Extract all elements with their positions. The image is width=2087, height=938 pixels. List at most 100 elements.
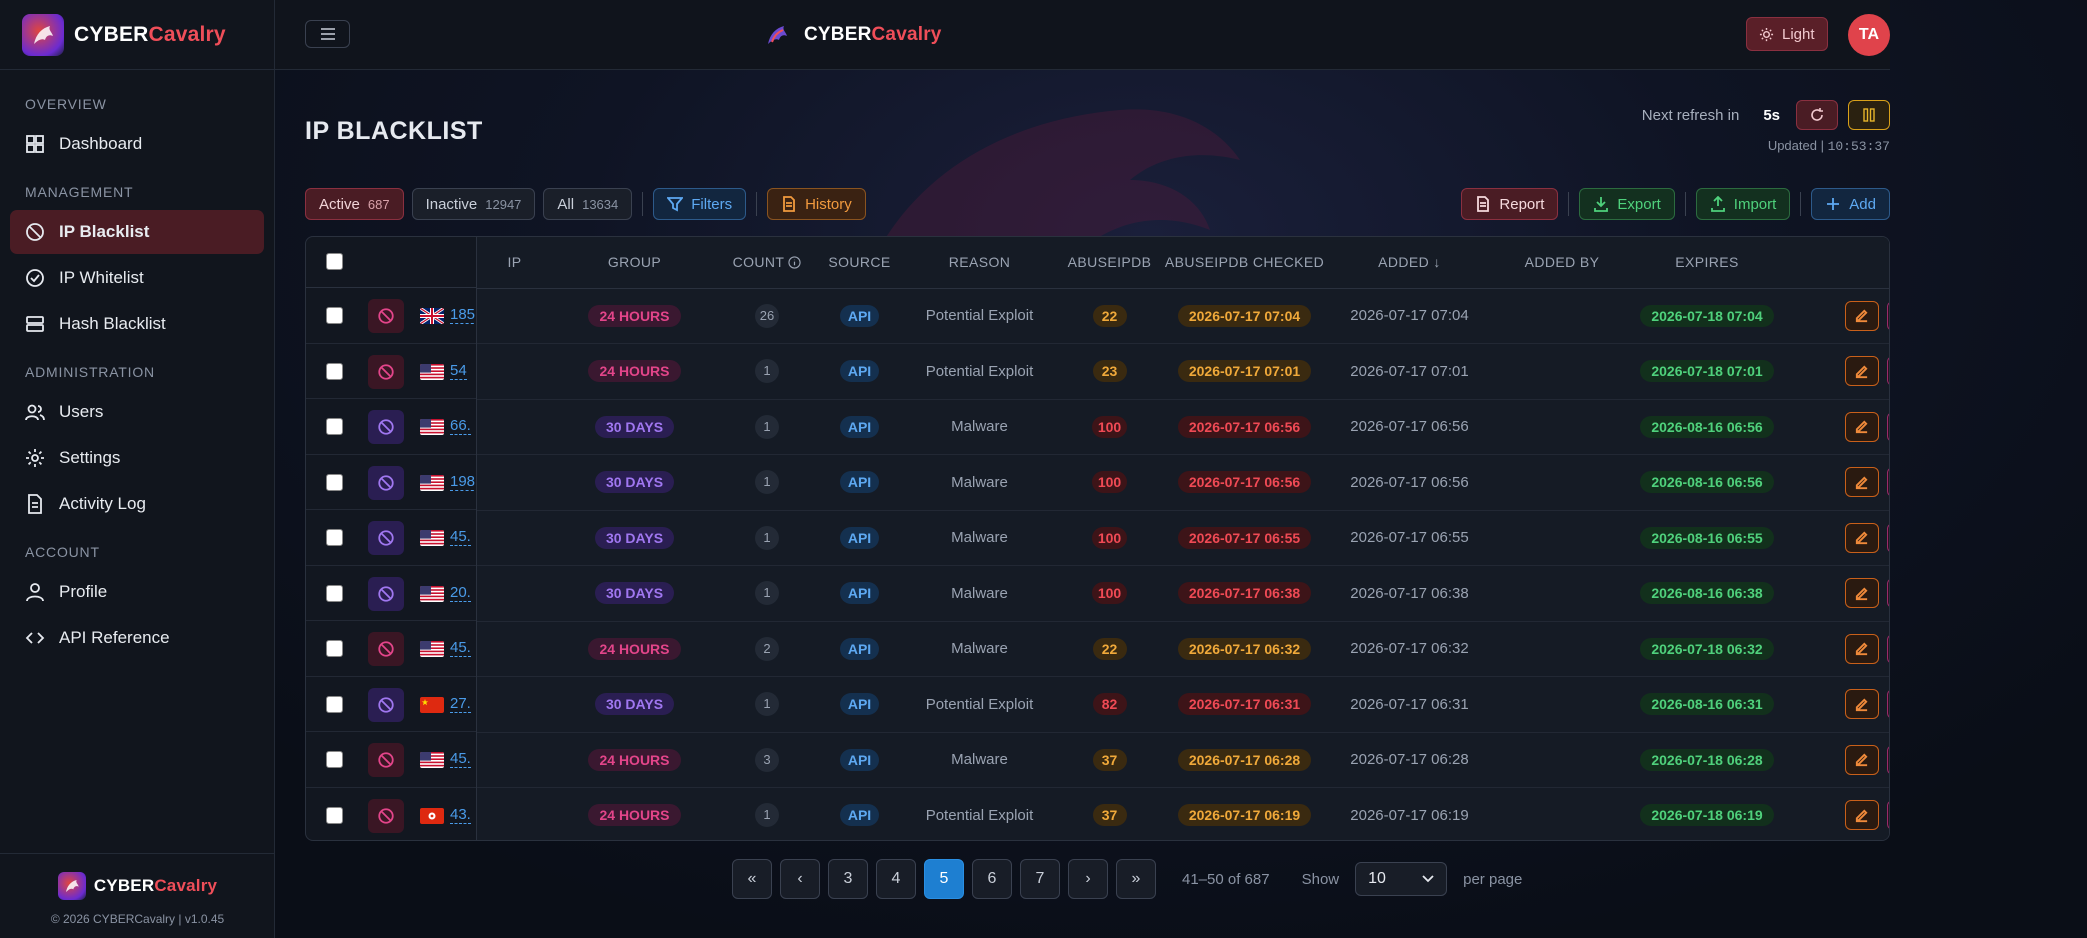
- deactivate-button[interactable]: [368, 687, 404, 722]
- deactivate-button[interactable]: [368, 299, 404, 333]
- row-checkbox[interactable]: [326, 473, 343, 491]
- tab-active[interactable]: Active 687: [305, 188, 404, 220]
- theme-toggle-button[interactable]: Light: [1746, 17, 1828, 51]
- row-checkbox[interactable]: [326, 806, 343, 824]
- whitelist-button[interactable]: [1886, 689, 1889, 720]
- edit-button[interactable]: [1844, 411, 1879, 442]
- ban-icon: [378, 696, 394, 713]
- per-page-select[interactable]: 10: [1355, 862, 1448, 896]
- report-button[interactable]: Report: [1461, 188, 1559, 220]
- edit-button[interactable]: [1844, 300, 1879, 331]
- import-button[interactable]: Import: [1695, 188, 1791, 220]
- row-checkbox[interactable]: [326, 529, 343, 546]
- whitelist-button[interactable]: [1886, 356, 1889, 387]
- history-button[interactable]: History: [767, 188, 866, 220]
- ip-address-link[interactable]: 66.: [450, 417, 471, 435]
- edit-button[interactable]: [1844, 633, 1879, 664]
- add-button[interactable]: Add: [1811, 188, 1890, 220]
- row-checkbox[interactable]: [326, 418, 343, 435]
- page-7-button[interactable]: 7: [1020, 859, 1060, 899]
- edit-button[interactable]: [1844, 467, 1879, 498]
- whitelist-button[interactable]: [1886, 300, 1889, 331]
- ip-address-link[interactable]: 45.: [450, 750, 471, 768]
- table-row-fixed: 43.: [306, 788, 476, 841]
- added-cell: 2026-07-17 06:19: [1327, 787, 1492, 840]
- deactivate-button[interactable]: [368, 743, 404, 777]
- row-checkbox[interactable]: [326, 751, 343, 768]
- user-avatar[interactable]: TA: [1848, 14, 1890, 56]
- sidebar-item-ip-whitelist[interactable]: IP Whitelist: [10, 256, 264, 300]
- abuseipdb-cell: 22: [1057, 621, 1162, 677]
- sidebar-item-dashboard[interactable]: Dashboard: [10, 122, 264, 166]
- select-all-checkbox[interactable]: [326, 253, 343, 270]
- whitelist-button[interactable]: [1886, 522, 1889, 553]
- column-header-reason: REASON: [902, 237, 1057, 289]
- whitelist-button[interactable]: [1886, 744, 1889, 775]
- column-header-added-by: ADDED BY: [1492, 237, 1632, 289]
- whitelist-button[interactable]: [1886, 411, 1889, 442]
- page-5-button[interactable]: 5: [924, 859, 964, 899]
- refresh-button[interactable]: [1796, 100, 1838, 130]
- ip-address-link[interactable]: 45.: [450, 528, 471, 546]
- edit-button[interactable]: [1844, 689, 1879, 720]
- pause-refresh-button[interactable]: [1848, 100, 1890, 130]
- menu-toggle-button[interactable]: [305, 20, 350, 48]
- source-badge: API: [839, 637, 880, 660]
- whitelist-button[interactable]: [1886, 467, 1889, 498]
- sidebar-item-api-reference[interactable]: API Reference: [10, 616, 264, 660]
- page-last-button[interactable]: »: [1116, 859, 1156, 899]
- reason-cell: Malware: [902, 454, 1057, 511]
- sidebar-item-profile[interactable]: Profile: [10, 570, 264, 614]
- row-checkbox[interactable]: [326, 584, 343, 602]
- edit-button[interactable]: [1844, 356, 1879, 387]
- topbar-brand[interactable]: CYBERCavalry: [758, 16, 942, 54]
- row-checkbox[interactable]: [326, 640, 343, 657]
- page-6-button[interactable]: 6: [972, 859, 1012, 899]
- count-cell: 1: [717, 343, 817, 400]
- deactivate-button[interactable]: [368, 576, 404, 611]
- ip-address-link[interactable]: 198.: [450, 473, 480, 491]
- sidebar-item-activity-log[interactable]: Activity Log: [10, 482, 264, 526]
- row-checkbox[interactable]: [326, 695, 343, 713]
- whitelist-button[interactable]: [1886, 800, 1889, 831]
- deactivate-button[interactable]: [368, 354, 404, 389]
- page-3-button[interactable]: 3: [828, 859, 868, 899]
- column-header-added[interactable]: ADDED ↓: [1327, 237, 1492, 289]
- whitelist-button[interactable]: [1886, 578, 1889, 609]
- deactivate-button[interactable]: [368, 798, 404, 833]
- ip-address-link[interactable]: 54: [450, 362, 467, 380]
- ip-address-link[interactable]: 27.: [450, 695, 471, 713]
- sidebar-brand[interactable]: CYBERCavalry: [0, 0, 274, 70]
- ip-address-link[interactable]: 43.: [450, 806, 471, 824]
- divider: [756, 192, 758, 216]
- sidebar-item-settings[interactable]: Settings: [10, 436, 264, 480]
- page-next-button[interactable]: ›: [1068, 859, 1108, 899]
- deactivate-button[interactable]: [368, 521, 404, 555]
- edit-button[interactable]: [1844, 522, 1879, 553]
- sidebar-nav: OVERVIEW Dashboard MANAGEMENT IP Blacklist I…: [0, 70, 274, 660]
- whitelist-button[interactable]: [1886, 633, 1889, 664]
- sidebar-item-users[interactable]: Users: [10, 390, 264, 434]
- count-badge: 26: [755, 303, 779, 328]
- export-button[interactable]: Export: [1579, 188, 1675, 220]
- edit-button[interactable]: [1844, 744, 1879, 775]
- ip-address-link[interactable]: 185.: [450, 306, 480, 324]
- deactivate-button[interactable]: [368, 632, 404, 666]
- deactivate-button[interactable]: [368, 410, 404, 444]
- ip-address-link[interactable]: 20.: [450, 584, 471, 602]
- ip-address-link[interactable]: 45.: [450, 639, 471, 657]
- row-checkbox[interactable]: [326, 362, 343, 380]
- tab-all[interactable]: All 13634: [543, 188, 633, 220]
- page-first-button[interactable]: «: [732, 859, 772, 899]
- table-scroll-area[interactable]: IP GROUP COUNT SOURCE REASON ABUSEIPDB ABUSEI…: [476, 237, 1889, 840]
- page-prev-button[interactable]: ‹: [780, 859, 820, 899]
- sidebar-item-ip-blacklist[interactable]: IP Blacklist: [10, 210, 264, 254]
- deactivate-button[interactable]: [368, 465, 404, 500]
- filters-button[interactable]: Filters: [653, 188, 747, 220]
- page-4-button[interactable]: 4: [876, 859, 916, 899]
- edit-button[interactable]: [1844, 578, 1879, 609]
- edit-button[interactable]: [1844, 800, 1879, 831]
- tab-inactive[interactable]: Inactive 12947: [411, 188, 536, 220]
- sidebar-item-hash-blacklist[interactable]: Hash Blacklist: [10, 302, 264, 346]
- row-checkbox[interactable]: [326, 307, 343, 324]
